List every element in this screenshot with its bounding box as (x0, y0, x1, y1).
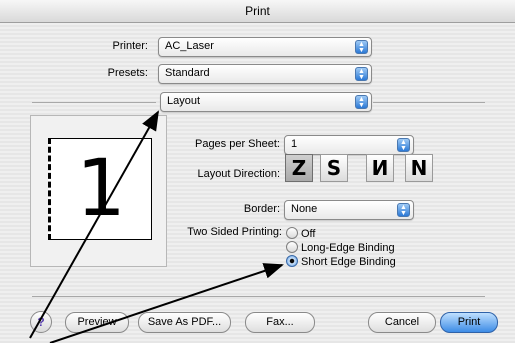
separator (32, 296, 485, 297)
presets-value: Standard (165, 67, 210, 79)
printer-value: AC_Laser (165, 40, 214, 52)
radio-selected-icon (286, 255, 298, 267)
preview-sheet: 1 (48, 138, 152, 240)
radio-icon (286, 241, 298, 253)
chevron-up-down-icon: ▲ ▼ (355, 67, 368, 81)
chevron-up-down-icon: ▲ ▼ (355, 95, 368, 109)
layout-direction-n-reverse-button[interactable]: N (366, 154, 394, 182)
save-as-pdf-button[interactable]: Save As PDF... (138, 312, 231, 333)
two-sided-long-edge-radio[interactable]: Long-Edge Binding (286, 241, 395, 254)
layout-direction-n-button[interactable]: N (405, 154, 433, 182)
layout-direction-label: Layout Direction: (197, 168, 280, 180)
printer-label: Printer: (112, 40, 148, 52)
separator (373, 102, 485, 103)
border-value: None (291, 203, 318, 215)
pages-per-sheet-value: 1 (291, 138, 298, 150)
help-button[interactable]: ? (30, 311, 52, 333)
two-sided-short-edge-radio[interactable]: Short Edge Binding (286, 255, 396, 268)
preview-button[interactable]: Preview (65, 312, 129, 333)
layout-direction-z-button[interactable]: Z (285, 154, 313, 182)
two-sided-off-label: Off (301, 228, 316, 240)
pages-per-sheet-popup[interactable]: 1 ▲ ▼ (284, 135, 414, 155)
pane-value: Layout (167, 95, 201, 107)
two-sided-short-edge-label: Short Edge Binding (301, 256, 396, 268)
cancel-button[interactable]: Cancel (368, 312, 436, 333)
print-button[interactable]: Print (440, 312, 498, 333)
pane-popup[interactable]: Layout ▲ ▼ (160, 92, 372, 112)
border-label: Border: (243, 203, 280, 215)
layout-direction-s-button[interactable]: S (320, 154, 348, 182)
chevron-up-down-icon: ▲ ▼ (397, 138, 410, 152)
printer-popup[interactable]: AC_Laser ▲ ▼ (158, 37, 372, 57)
pages-per-sheet-label: Pages per Sheet: (194, 138, 280, 150)
window-title: Print (0, 0, 515, 23)
fax-button[interactable]: Fax... (245, 312, 315, 333)
presets-popup[interactable]: Standard ▲ ▼ (158, 64, 372, 84)
chevron-up-down-icon: ▲ ▼ (397, 203, 410, 217)
border-popup[interactable]: None ▲ ▼ (284, 200, 414, 220)
two-sided-long-edge-label: Long-Edge Binding (301, 242, 395, 254)
two-sided-off-radio[interactable]: Off (286, 227, 315, 240)
radio-icon (286, 227, 298, 239)
separator (32, 102, 156, 103)
presets-label: Presets: (107, 67, 148, 79)
chevron-up-down-icon: ▲ ▼ (355, 40, 368, 54)
two-sided-label: Two Sided Printing: (187, 226, 282, 238)
